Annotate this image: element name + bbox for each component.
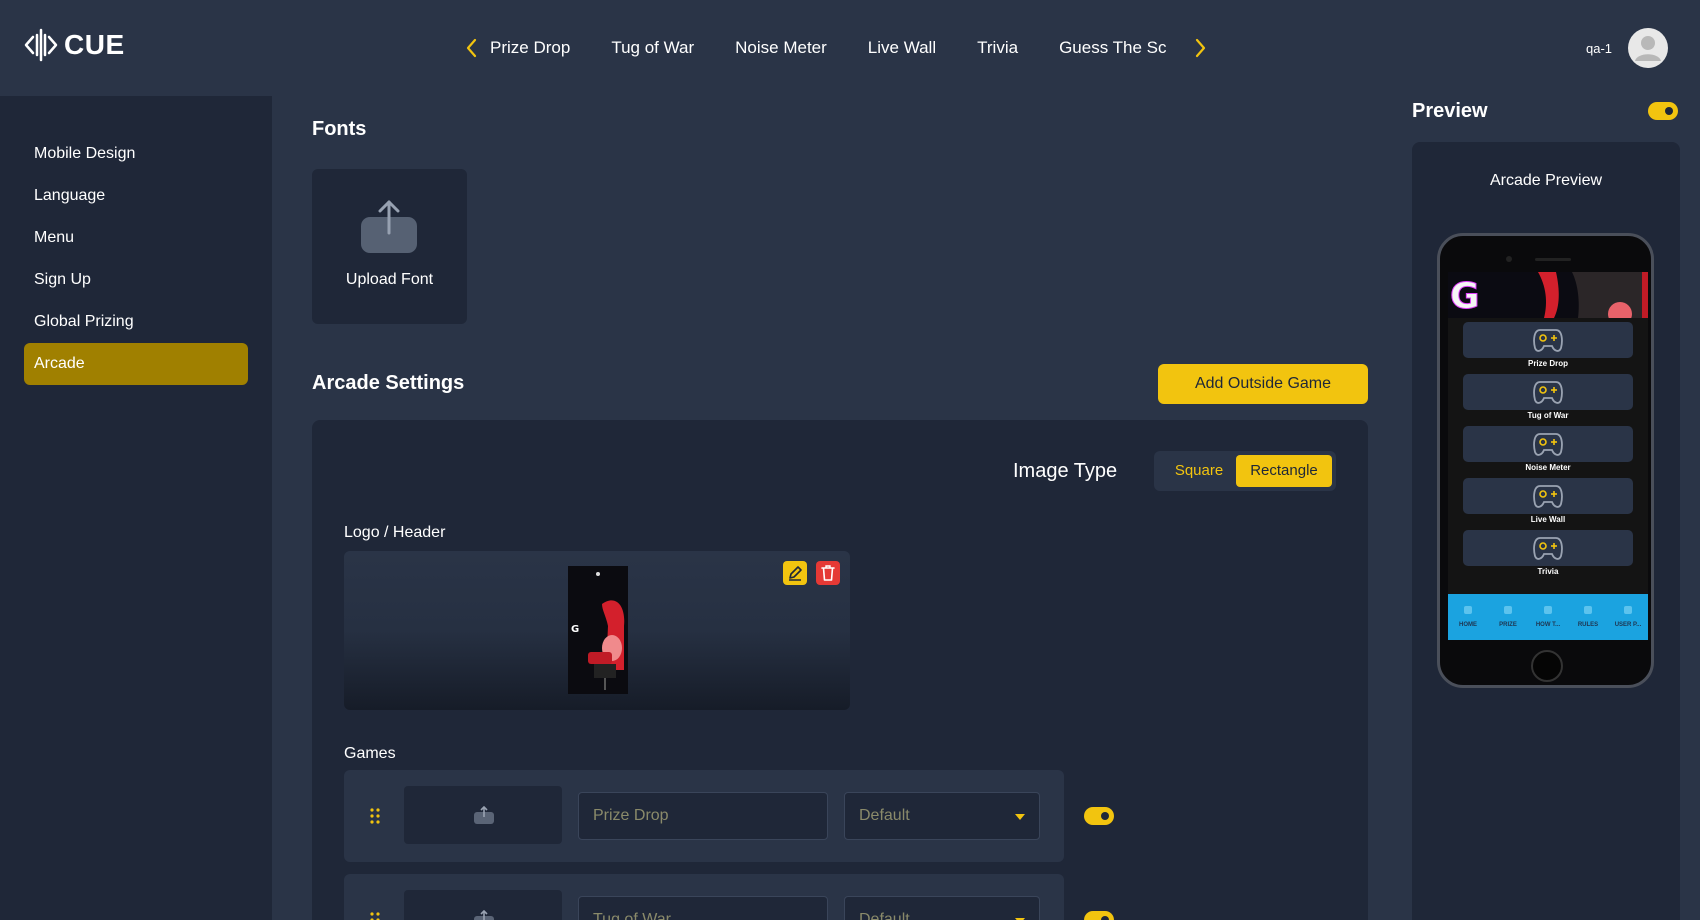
- gamepad-icon: [1533, 537, 1563, 560]
- game-style-select[interactable]: Default: [844, 896, 1040, 920]
- user-icon: [1624, 606, 1632, 614]
- sidebar-item-sign-up[interactable]: Sign Up: [24, 259, 248, 301]
- image-type-square[interactable]: Square: [1164, 455, 1234, 487]
- help-icon: [1544, 606, 1552, 614]
- game-enabled-toggle[interactable]: [1084, 911, 1114, 920]
- user-name[interactable]: qa-1: [1586, 41, 1612, 56]
- gamepad-icon: [1533, 329, 1563, 352]
- user-icon: [1635, 36, 1661, 61]
- upload-icon: [474, 910, 494, 920]
- games-label: Games: [344, 745, 396, 762]
- phone-game-label: Prize Drop: [1527, 359, 1568, 368]
- tab-trivia[interactable]: Trivia: [977, 38, 1018, 58]
- logo-header-preview: G: [344, 551, 850, 710]
- arcade-preview-title: Arcade Preview: [1489, 172, 1603, 189]
- tab-prize-drop[interactable]: Prize Drop: [490, 38, 570, 58]
- trash-icon: [821, 565, 835, 581]
- tab-live-wall[interactable]: Live Wall: [868, 38, 936, 58]
- phone-game-tile: [1463, 426, 1633, 462]
- sidebar: Mobile Design Language Menu Sign Up Glob…: [0, 96, 272, 920]
- phone-game-label: Live Wall: [1530, 515, 1566, 524]
- chevron-left-icon: [466, 38, 477, 58]
- upload-icon: [474, 806, 494, 824]
- drag-handle-icon[interactable]: [370, 808, 380, 824]
- phone-game-tile: [1463, 322, 1633, 358]
- phone-footer-item: HOME: [1459, 622, 1477, 628]
- upload-font-button[interactable]: Upload Font: [312, 169, 467, 324]
- phone-game-tile: [1463, 374, 1633, 410]
- sidebar-item-global-prizing[interactable]: Global Prizing: [24, 301, 248, 343]
- game-tabs: Prize Drop Tug of War Noise Meter Live W…: [490, 0, 1180, 96]
- phone-footer-item: RULES: [1577, 622, 1599, 628]
- sidebar-item-arcade[interactable]: Arcade: [24, 343, 248, 385]
- logo-header-label: Logo / Header: [344, 524, 446, 541]
- audio-wave-icon: [24, 28, 58, 62]
- svg-text:G: G: [571, 624, 579, 635]
- tab-noise-meter[interactable]: Noise Meter: [735, 38, 827, 58]
- nav-next-arrow[interactable]: [1190, 34, 1212, 62]
- gamepad-icon: [1533, 485, 1563, 508]
- game-name-input[interactable]: [578, 896, 828, 920]
- phone-footer-item: PRIZE: [1499, 622, 1517, 628]
- delete-logo-button[interactable]: [816, 561, 840, 585]
- nav-prev-arrow[interactable]: [460, 34, 482, 62]
- phone-game-label: Noise Meter: [1525, 463, 1571, 472]
- phone-banner-image: G: [1448, 272, 1648, 318]
- game-style-value: Default: [859, 807, 910, 824]
- phone-game-tile: [1463, 530, 1633, 566]
- add-outside-game-button[interactable]: Add Outside Game: [1158, 364, 1368, 404]
- caret-down-icon: [1015, 814, 1025, 820]
- preview-toggle[interactable]: [1648, 102, 1678, 120]
- upload-font-label: Upload Font: [345, 271, 434, 288]
- phone-home-button: [1531, 650, 1563, 682]
- brand-name: CUE: [64, 29, 125, 60]
- pencil-icon: [789, 566, 802, 581]
- upload-icon: [361, 200, 417, 253]
- phone-footer-item: HOW T...: [1535, 622, 1561, 628]
- sidebar-item-menu[interactable]: Menu: [24, 217, 248, 259]
- brand-logo[interactable]: CUE: [24, 28, 125, 62]
- game-image-upload[interactable]: [404, 890, 562, 920]
- tab-guess-the-score[interactable]: Guess The Sc: [1059, 38, 1166, 58]
- phone-screen: G Prize Drop Tug of War Noise Meter Live…: [1448, 272, 1648, 640]
- image-type-label: Image Type: [1013, 460, 1118, 482]
- game-image-upload[interactable]: [404, 786, 562, 844]
- fonts-heading: Fonts: [312, 118, 367, 140]
- game-row: Default: [344, 874, 1114, 920]
- arcade-settings-heading: Arcade Settings: [312, 372, 465, 394]
- game-row: Default: [344, 770, 1114, 862]
- sidebar-item-mobile-design[interactable]: Mobile Design: [24, 133, 248, 175]
- game-style-select[interactable]: Default: [844, 792, 1040, 840]
- game-style-value: Default: [859, 911, 910, 920]
- preview-title: Preview: [1412, 100, 1488, 122]
- sidebar-item-language[interactable]: Language: [24, 175, 248, 217]
- svg-text:G: G: [1450, 276, 1480, 317]
- game-enabled-toggle[interactable]: [1084, 807, 1114, 825]
- phone-camera: [1506, 256, 1512, 262]
- game-name-input[interactable]: [578, 792, 828, 840]
- gamepad-icon: [1533, 381, 1563, 404]
- edit-logo-button[interactable]: [783, 561, 807, 585]
- gamepad-icon: [1533, 433, 1563, 456]
- top-bar: CUE Prize Drop Tug of War Noise Meter Li…: [0, 0, 1700, 96]
- tab-tug-of-war[interactable]: Tug of War: [611, 38, 694, 58]
- phone-speaker: [1535, 258, 1571, 261]
- image-type-toggle: Square Rectangle: [1154, 451, 1336, 491]
- image-type-rectangle[interactable]: Rectangle: [1236, 455, 1332, 487]
- logo-header-image: G: [568, 566, 628, 694]
- phone-footer-nav: HOME PRIZE HOW T... RULES USER P...: [1448, 594, 1648, 640]
- phone-game-tile: [1463, 478, 1633, 514]
- drag-handle-icon[interactable]: [370, 912, 380, 920]
- home-icon: [1464, 606, 1472, 614]
- phone-mockup: G Prize Drop Tug of War Noise Meter Live…: [1437, 233, 1654, 688]
- phone-footer-item: USER P...: [1614, 622, 1642, 628]
- chevron-right-icon: [1195, 38, 1206, 58]
- avatar[interactable]: [1628, 28, 1668, 68]
- phone-game-label: Tug of War: [1527, 411, 1569, 420]
- rules-icon: [1584, 606, 1592, 614]
- phone-game-label: Trivia: [1537, 567, 1559, 576]
- prize-icon: [1504, 606, 1512, 614]
